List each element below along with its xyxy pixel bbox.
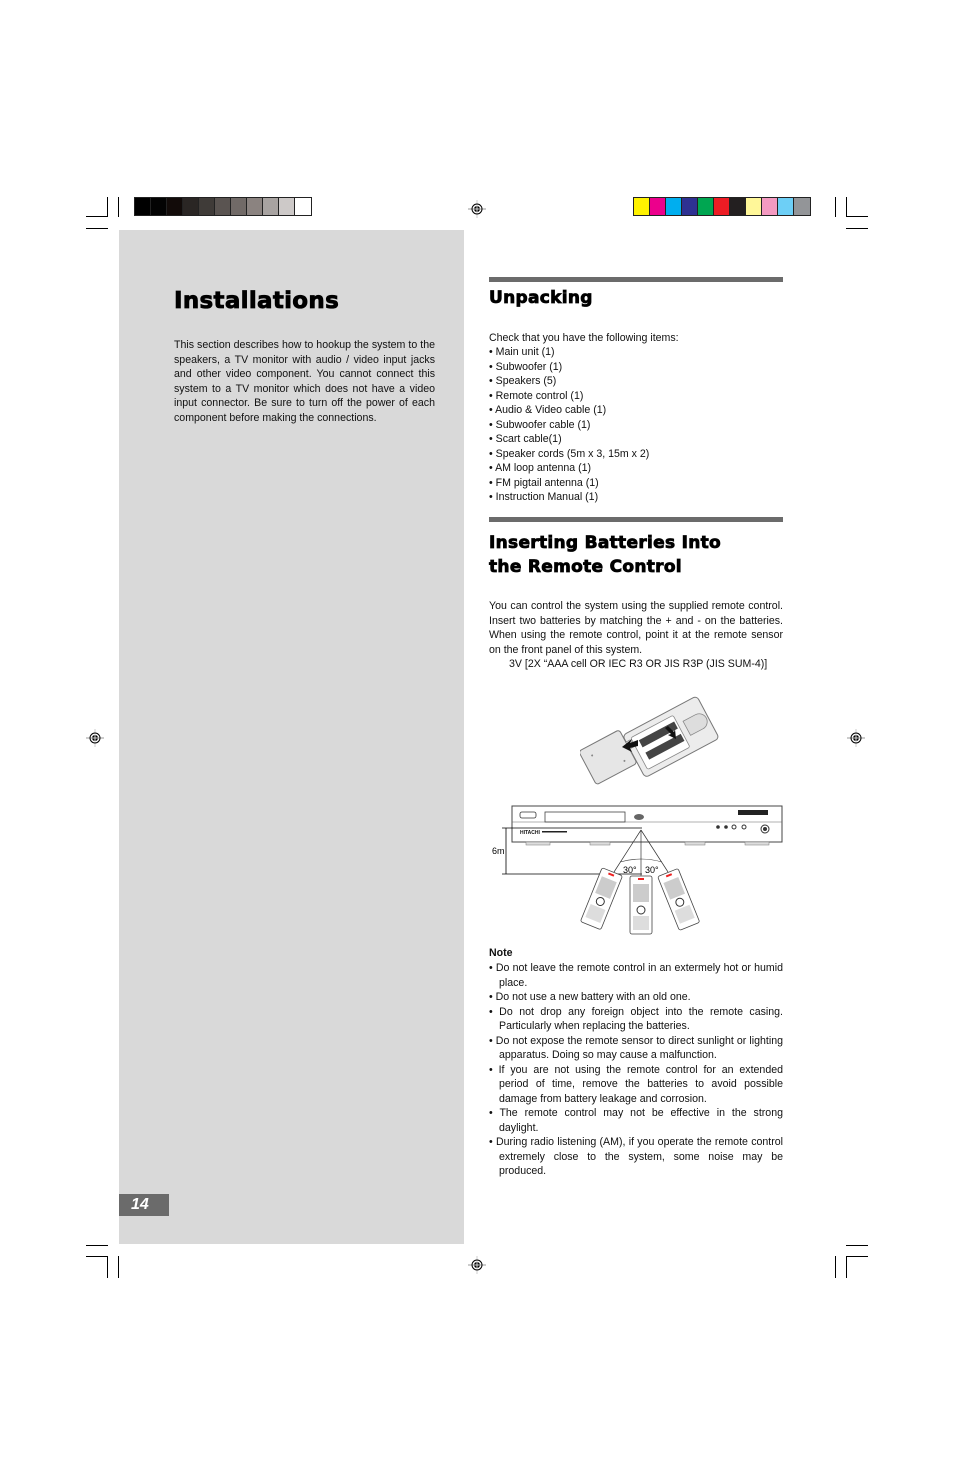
crop-mark [835,197,836,217]
list-item: • Scart cable(1) [489,433,562,445]
angle-left-label: 30° [623,865,637,875]
note-item: • During radio listening (AM), if you op… [489,1136,783,1177]
angle-right-label: 30° [645,865,659,875]
color-swatch [183,198,199,215]
note-item: • Do not expose the remote sensor to dir… [489,1034,783,1062]
distance-label: 6m [492,846,505,856]
list-item: • Instruction Manual (1) [489,491,599,503]
color-swatch [730,198,746,215]
page-number: 14 [119,1194,169,1216]
battery-spec: 3V [2X “AAA cell OR IEC R3 OR JIS R3P (J… [509,658,768,670]
section-rule [489,517,783,522]
crop-mark [846,197,847,217]
registration-mark-icon [86,729,104,747]
list-item: • Main unit (1) [489,346,555,358]
note-item: • The remote control may not be effectiv… [489,1107,783,1134]
list-item: • Audio & Video cable (1) [489,404,607,416]
registration-mark-icon [468,1256,486,1274]
remote-control-icon [629,875,653,935]
batteries-heading-line1: Inserting Batteries Into [489,533,722,554]
note-item: • Do not use a new battery with an old o… [489,991,691,1003]
crop-mark [86,228,108,229]
note-item: • Do not leave the remote control in an … [489,962,783,989]
color-swatch [199,198,215,215]
color-swatch [666,198,682,215]
note-list: • Do not leave the remote control in an … [489,961,783,1179]
svg-text:HITACHI: HITACHI [520,830,541,836]
crop-mark [846,1256,847,1278]
color-swatch [794,198,810,215]
color-swatch [634,198,650,215]
intro-text: This section describes how to hookup the… [174,339,435,424]
crop-mark [86,1245,108,1246]
unpacking-list: • Main unit (1) • Subwoofer (1) • Speakers… [489,345,649,505]
grayscale-bar [134,197,312,216]
crop-mark [846,1256,868,1257]
remote-back-open [623,696,719,777]
color-swatch [714,198,730,215]
crop-mark [118,1256,119,1278]
color-swatch [698,198,714,215]
crop-mark [86,1256,108,1257]
color-swatch [215,198,231,215]
battery-insertion-illustration [580,696,719,785]
crop-mark [846,1245,868,1246]
list-item: • Subwoofer (1) [489,360,563,373]
note-item: • If you are not using the remote contro… [489,1063,783,1105]
list-item: • FM pigtail antenna (1) [489,476,599,489]
list-item: • AM loop antenna (1) [489,462,592,474]
list-item: • Speakers (5) [489,375,557,387]
color-swatch [231,198,247,215]
crop-mark [835,1256,836,1278]
unpacking-lead: Check that you have the following items: [489,332,679,344]
section-rule [489,277,783,282]
color-swatch [279,198,295,215]
color-swatch [650,198,666,215]
color-swatch [746,198,762,215]
list-item: • Remote control (1) [489,389,584,402]
unpacking-heading: Unpacking [489,288,593,309]
crop-mark [86,216,108,217]
color-swatch [295,198,311,215]
remote-range-diagram: HITACHI 6m 30° 30° [492,805,783,935]
remote-control-icon [657,868,700,931]
note-item: • Do not drop any foreign object into th… [489,1005,783,1033]
registration-mark-icon [847,729,865,747]
color-bar [633,197,811,216]
batteries-body: You can control the system using the sup… [489,600,783,656]
list-item: • Subwoofer cable (1) [489,418,591,431]
color-swatch [682,198,698,215]
color-swatch [762,198,778,215]
list-item: • Speaker cords (5m x 3, 15m x 2) [489,447,650,460]
color-swatch [778,198,794,215]
color-swatch [135,198,151,215]
remote-control-icon [580,867,623,930]
color-swatch [167,198,183,215]
color-swatch [263,198,279,215]
page-title: Installations [174,288,340,315]
crop-mark [846,228,868,229]
color-swatch [247,198,263,215]
crop-mark [846,216,868,217]
crop-mark [107,197,108,217]
batteries-heading-line2: the Remote Control [489,557,682,578]
crop-mark [118,197,119,217]
color-swatch [151,198,167,215]
note-heading: Note [489,947,513,959]
registration-mark-icon [468,200,486,218]
crop-mark [107,1256,108,1278]
